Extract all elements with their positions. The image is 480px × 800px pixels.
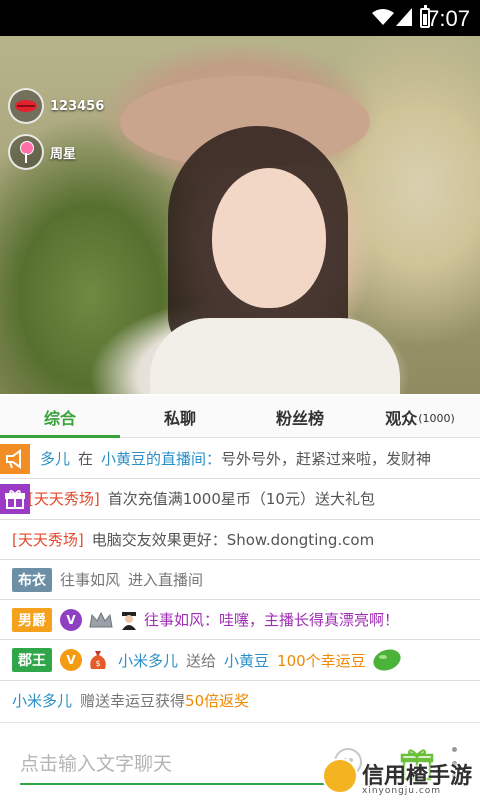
- chat-text: 电脑交友效果更好：Show.dongting.com: [91, 530, 375, 549]
- live-video-area[interactable]: 123456 周星: [0, 36, 480, 394]
- tab-private[interactable]: 私聊: [120, 396, 240, 437]
- chat-user[interactable]: 小米多儿: [12, 690, 72, 711]
- rank-badge: 布衣: [12, 567, 52, 592]
- chat-list[interactable]: 多儿 在 小黄豆的直播间： 号外号外，赶紧过来啦，发财神 [天天秀场] 首次充值…: [0, 439, 480, 721]
- reward-text: 50倍返奖: [185, 692, 250, 711]
- watermark-logo-icon: [322, 758, 358, 794]
- weekly-star-badge[interactable]: 周星: [8, 134, 76, 170]
- tab-audience[interactable]: 观众 (1000): [360, 396, 480, 437]
- chat-row: 布衣 往事如风 进入直播间: [0, 560, 480, 601]
- candy-icon: [8, 134, 44, 170]
- photo-face: [212, 168, 326, 308]
- lips-icon: [8, 88, 44, 124]
- chat-user[interactable]: 小米多儿: [118, 650, 178, 671]
- tab-label: 私聊: [163, 408, 196, 428]
- watermark-subtext: xinyongju.com: [362, 786, 442, 796]
- agent-icon: [122, 611, 136, 630]
- money-bag-icon: $: [90, 651, 106, 670]
- gift-icon[interactable]: [0, 484, 30, 515]
- chat-row: 小米多儿 赠送幸运豆获得 50倍返奖: [0, 681, 480, 721]
- chat-user[interactable]: 多儿: [40, 448, 70, 469]
- audience-count: (1000): [418, 412, 455, 425]
- chat-text: 送给: [186, 651, 217, 670]
- chat-text: 赠送幸运豆获得: [80, 692, 186, 711]
- system-tag: [天天秀场]: [12, 530, 84, 549]
- chat-target[interactable]: 小黄豆: [224, 650, 269, 671]
- chat-row: [天天秀场] 首次充值满1000星币（10元）送大礼包: [0, 479, 480, 520]
- tab-label: 综合: [43, 408, 76, 428]
- weekly-star-label: 周星: [50, 146, 77, 162]
- chat-user[interactable]: 往事如风: [60, 569, 120, 590]
- svg-text:$: $: [95, 659, 100, 668]
- lucky-bean-icon: [373, 649, 401, 671]
- crown-icon: [89, 611, 113, 628]
- tab-bar: 综合 私聊 粉丝榜 观众 (1000): [0, 396, 480, 438]
- chat-text: 在: [78, 450, 94, 469]
- wifi-icon: [372, 9, 394, 25]
- watermark: 信用楂手游 xinyongju.com: [322, 744, 480, 800]
- status-time: 7:07: [427, 6, 470, 31]
- photo-sweater: [150, 318, 400, 394]
- megaphone-icon[interactable]: [0, 444, 30, 474]
- system-tag: [天天秀场]: [28, 490, 100, 509]
- tab-label: 粉丝榜: [275, 408, 324, 428]
- tab-all[interactable]: 综合: [0, 396, 120, 438]
- chat-text: 往事如风：哇噻，主播长得真漂亮啊！: [144, 611, 400, 630]
- chat-input[interactable]: [20, 745, 350, 785]
- vip-icon: V: [60, 649, 82, 672]
- chat-text: 号外号外，赶紧过来啦，发财神: [221, 450, 432, 469]
- anchor-id-badge[interactable]: 123456: [8, 88, 104, 124]
- tab-fans-rank[interactable]: 粉丝榜: [240, 396, 360, 437]
- gift-text: 100个幸运豆: [277, 651, 366, 670]
- chat-text: 进入直播间: [128, 571, 204, 590]
- chat-row: [天天秀场] 电脑交友效果更好：Show.dongting.com: [0, 520, 480, 560]
- vip-icon: V: [60, 608, 82, 631]
- rank-badge: 郡王: [12, 648, 52, 673]
- tab-label: 观众: [385, 408, 418, 428]
- chat-room[interactable]: 小黄豆的直播间：: [101, 448, 221, 469]
- rank-badge: 男爵: [12, 607, 52, 632]
- chat-row: 男爵 V 往事如风：哇噻，主播长得真漂亮啊！: [0, 600, 480, 641]
- anchor-id: 123456: [50, 98, 105, 114]
- status-bar: 7:07: [0, 0, 480, 36]
- chat-text: 首次充值满1000星币（10元）送大礼包: [107, 490, 375, 509]
- chat-row: 郡王 V $ 小米多儿 送给 小黄豆 100个幸运豆: [0, 640, 480, 681]
- signal-icon: [396, 8, 412, 26]
- chat-row: 多儿 在 小黄豆的直播间： 号外号外，赶紧过来啦，发财神: [0, 439, 480, 480]
